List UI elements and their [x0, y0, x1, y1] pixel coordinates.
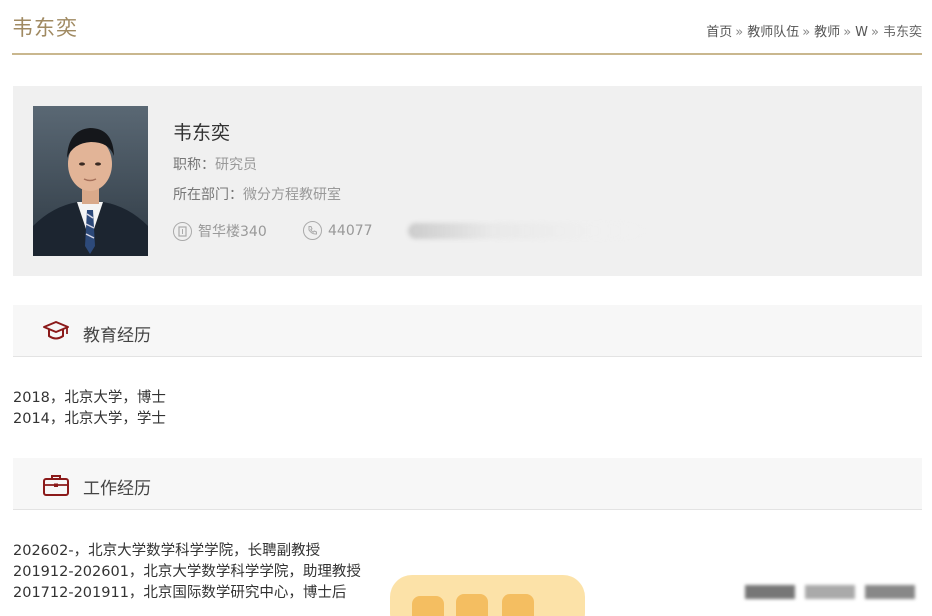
building-icon	[173, 221, 192, 241]
education-heading: 教育经历	[83, 326, 151, 346]
title-divider	[12, 53, 922, 55]
education-list: 2018，北京大学，博士 2014，北京大学，学士	[13, 388, 166, 430]
work-section-header: 工作经历	[13, 458, 922, 510]
breadcrumb-separator: »	[802, 25, 811, 40]
breadcrumb-separator: »	[871, 25, 879, 40]
office-location: 智华楼340	[198, 224, 267, 240]
list-item: 201912-202601，北京大学数学科学学院，助理教授	[13, 564, 361, 580]
department-label: 所在部门：	[173, 187, 243, 203]
graduation-cap-icon	[42, 319, 70, 345]
work-heading: 工作经历	[83, 479, 151, 499]
breadcrumb-letter-w[interactable]: W	[855, 25, 868, 40]
title-value: 研究员	[215, 157, 257, 173]
profile-name: 韦东奕	[173, 122, 231, 144]
redacted-email	[408, 223, 648, 239]
list-item: 2014，北京大学，学士	[13, 411, 166, 427]
breadcrumb-faculty[interactable]: 教师队伍	[747, 25, 799, 40]
page-title: 韦东奕	[12, 16, 78, 40]
education-section-header: 教育经历	[13, 305, 922, 357]
portrait-illustration	[33, 106, 148, 256]
office-contact: 智华楼340	[173, 221, 267, 241]
profile-photo	[33, 106, 148, 256]
redacted-mark	[865, 585, 915, 599]
breadcrumb-separator: »	[735, 25, 744, 40]
overlay-decoration	[390, 570, 590, 616]
profile-department-row: 所在部门：微分方程教研室	[173, 184, 341, 204]
breadcrumb-separator: »	[843, 25, 852, 40]
work-list: 202602-，北京大学数学科学学院，长聘副教授 201912-202601，北…	[13, 541, 361, 604]
breadcrumb-teachers[interactable]: 教师	[814, 25, 840, 40]
phone-contact: 44077	[303, 221, 373, 240]
phone-number: 44077	[328, 222, 373, 239]
list-item: 202602-，北京大学数学科学学院，长聘副教授	[13, 543, 321, 559]
phone-icon	[303, 221, 322, 240]
title-label: 职称：	[173, 157, 215, 173]
redacted-mark	[745, 585, 795, 599]
redacted-mark	[805, 585, 855, 599]
breadcrumb-home[interactable]: 首页	[706, 25, 732, 40]
breadcrumb: 首页» 教师队伍» 教师» W» 韦东奕	[706, 21, 922, 40]
briefcase-icon	[42, 472, 70, 498]
list-item: 2018，北京大学，博士	[13, 390, 166, 406]
profile-card: 韦东奕 职称：研究员 所在部门：微分方程教研室 智华楼340 44077	[13, 86, 922, 276]
list-item: 201712-201911，北京国际数学研究中心，博士后	[13, 585, 347, 601]
department-value: 微分方程教研室	[243, 187, 341, 203]
profile-title-row: 职称：研究员	[173, 154, 257, 174]
breadcrumb-current: 韦东奕	[882, 25, 922, 40]
